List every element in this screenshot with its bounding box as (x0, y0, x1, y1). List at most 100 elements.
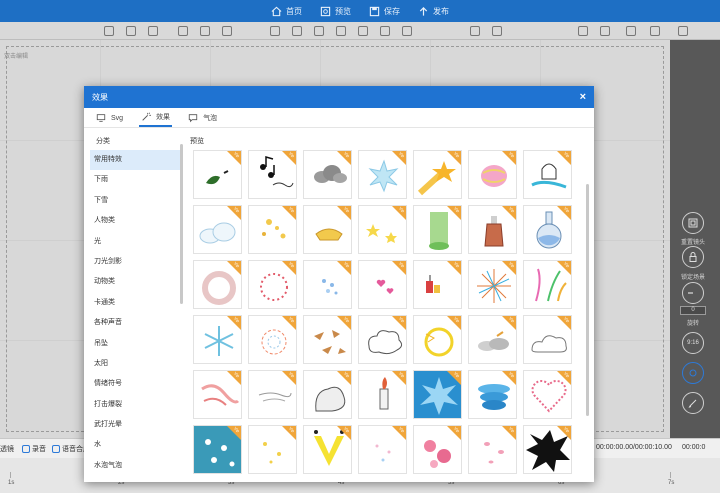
effect-thumbnail-pink-wind[interactable]: Vip (193, 370, 242, 419)
category-item[interactable]: 情绪符号 (90, 374, 182, 394)
zoom-out-icon[interactable] (600, 26, 610, 36)
effect-thumbnail-yellow-v[interactable]: Vip (303, 425, 352, 474)
edit-path-button[interactable] (682, 392, 704, 414)
effect-thumbnail-smoke-ring[interactable]: Vip (193, 260, 242, 309)
category-item[interactable]: 刀光剑影 (90, 252, 182, 272)
lock-scene-button[interactable] (682, 246, 704, 268)
effect-thumbnail-fire-bottle[interactable]: Vip (358, 370, 407, 419)
effect-thumbnail-shooting-star[interactable]: Vip (413, 150, 462, 199)
category-item[interactable]: 人物类 (90, 211, 182, 231)
align-right-icon[interactable] (314, 26, 324, 36)
effect-thumbnail-green-beam[interactable]: Vip (413, 205, 462, 254)
align-bottom-icon[interactable] (380, 26, 390, 36)
distribute-icon[interactable] (402, 26, 412, 36)
rotate-input[interactable]: 0 (680, 306, 706, 315)
effect-thumbnail-lightning-ring[interactable]: Vip (413, 315, 462, 364)
copy-icon[interactable] (104, 26, 114, 36)
effect-thumbnail-cloud-gray[interactable]: Vip (303, 150, 352, 199)
effect-thumbnail-heart-circle[interactable]: Vip (248, 260, 297, 309)
category-item[interactable]: 常用特效 (90, 150, 182, 171)
save-button[interactable]: 保存 (369, 6, 400, 17)
flip-v-icon[interactable] (492, 26, 502, 36)
effect-thumbnail-ice-crystal[interactable]: Vip (193, 315, 242, 364)
effect-thumbnail-firework-burst[interactable]: Vip (468, 260, 517, 309)
effect-thumbnail-music-notes[interactable]: Vip (248, 150, 297, 199)
preview-scrollbar[interactable] (586, 184, 589, 416)
align-top-icon[interactable] (336, 26, 346, 36)
tab-effects[interactable]: 效果 (139, 112, 173, 127)
reset-camera-button[interactable] (682, 212, 704, 234)
effect-thumbnail-leaf[interactable]: Vip (193, 150, 242, 199)
duplicate-icon[interactable] (148, 26, 158, 36)
effect-thumbnail-black-splat[interactable]: Vip (523, 425, 572, 474)
effect-thumbnail-blue-flowers[interactable]: Vip (193, 425, 242, 474)
lock-icon (689, 252, 697, 262)
category-item[interactable]: 吊坠 (90, 334, 182, 354)
tab-bubbles[interactable]: 气泡 (186, 113, 219, 127)
effect-thumbnail-blue-dots[interactable]: Vip (303, 260, 352, 309)
effect-thumbnail-pink-roses[interactable]: Vip (413, 425, 462, 474)
category-item[interactable]: 光 (90, 232, 182, 252)
effect-thumbnail-wind-lines[interactable]: Vip (248, 370, 297, 419)
layer-up-icon[interactable] (178, 26, 188, 36)
effect-thumbnail-yellow-dots[interactable]: Vip (248, 425, 297, 474)
effect-thumbnail-ice-splash[interactable]: Vip (358, 150, 407, 199)
aspect-ratio-button[interactable]: 9:16 (682, 332, 704, 354)
effect-thumbnail-brown-shards[interactable]: Vip (303, 315, 352, 364)
reset-camera-label: 重置镜头 (680, 240, 705, 246)
tab-svg[interactable]: Svg (94, 113, 125, 127)
camera-focus-button[interactable] (682, 362, 704, 384)
fullscreen-icon[interactable] (678, 26, 688, 36)
effect-thumbnail-comic-cloud[interactable]: Vip (358, 315, 407, 364)
lens-button[interactable]: 透镜 (0, 444, 14, 454)
effect-thumbnail-pink-swirl[interactable]: Vip (468, 150, 517, 199)
effect-thumbnail-pink-hearts[interactable]: Vip (358, 260, 407, 309)
category-item[interactable]: 打击爆裂 (90, 395, 182, 415)
align-left-icon[interactable] (270, 26, 280, 36)
effect-thumbnail-sparkle-dots[interactable]: Vip (358, 425, 407, 474)
effect-thumbnail-gray-clouds[interactable]: Vip (468, 315, 517, 364)
publish-button[interactable]: 发布 (418, 6, 449, 17)
effect-thumbnail-blue-explosion[interactable]: Vip (413, 370, 462, 419)
delete-icon[interactable] (650, 26, 660, 36)
align-middle-icon[interactable] (358, 26, 368, 36)
effect-thumbnail-confetti-burst[interactable]: Vip (523, 260, 572, 309)
lock-icon[interactable] (626, 26, 636, 36)
category-item[interactable]: 卡通类 (90, 293, 182, 313)
effect-thumbnail-pink-petals[interactable]: Vip (468, 425, 517, 474)
category-item[interactable]: 下雪 (90, 191, 182, 211)
tick-label: 7s (668, 480, 675, 486)
category-item[interactable]: 武打光晕 (90, 415, 182, 435)
effect-thumbnail-heart-outline[interactable]: Vip (523, 370, 572, 419)
effect-thumbnail-blue-swirl[interactable]: Vip (468, 370, 517, 419)
effect-thumbnail-round-flask[interactable]: Vip (523, 205, 572, 254)
category-scrollbar[interactable] (180, 144, 183, 304)
effect-thumbnail-yellow-stars[interactable]: Vip (358, 205, 407, 254)
rotate-dial[interactable] (682, 282, 704, 304)
category-item[interactable]: 水 (90, 435, 182, 455)
category-item[interactable]: 动物类 (90, 272, 182, 292)
category-item[interactable]: 太阳 (90, 354, 182, 374)
layer-down-icon[interactable] (200, 26, 210, 36)
effect-thumbnail-firecracker[interactable]: Vip (413, 260, 462, 309)
flip-h-icon[interactable] (470, 26, 480, 36)
paste-icon[interactable] (126, 26, 136, 36)
effect-thumbnail-cloud-white[interactable]: Vip (193, 205, 242, 254)
effect-thumbnail-ink-smoke[interactable]: Vip (303, 370, 352, 419)
record-button[interactable]: 录音 (22, 444, 46, 454)
layer-top-icon[interactable] (222, 26, 232, 36)
category-item[interactable]: 下雨 (90, 170, 182, 190)
close-button[interactable]: × (580, 91, 586, 103)
effect-thumbnail-gold-sparkles[interactable]: Vip (248, 205, 297, 254)
effect-thumbnail-gold-ingot[interactable]: Vip (303, 205, 352, 254)
align-center-icon[interactable] (292, 26, 302, 36)
category-item[interactable]: 水泡气泡 (90, 456, 182, 476)
effect-thumbnail-bubble-burst[interactable]: Vip (248, 315, 297, 364)
home-button[interactable]: 首页 (271, 6, 302, 17)
effect-thumbnail-potion-bottle[interactable]: Vip (468, 205, 517, 254)
preview-button[interactable]: 预览 (320, 6, 351, 17)
category-item[interactable]: 各种声音 (90, 313, 182, 333)
effect-thumbnail-ghost-splash[interactable]: Vip (523, 150, 572, 199)
zoom-in-icon[interactable] (578, 26, 588, 36)
effect-thumbnail-cloud-outline[interactable]: Vip (523, 315, 572, 364)
